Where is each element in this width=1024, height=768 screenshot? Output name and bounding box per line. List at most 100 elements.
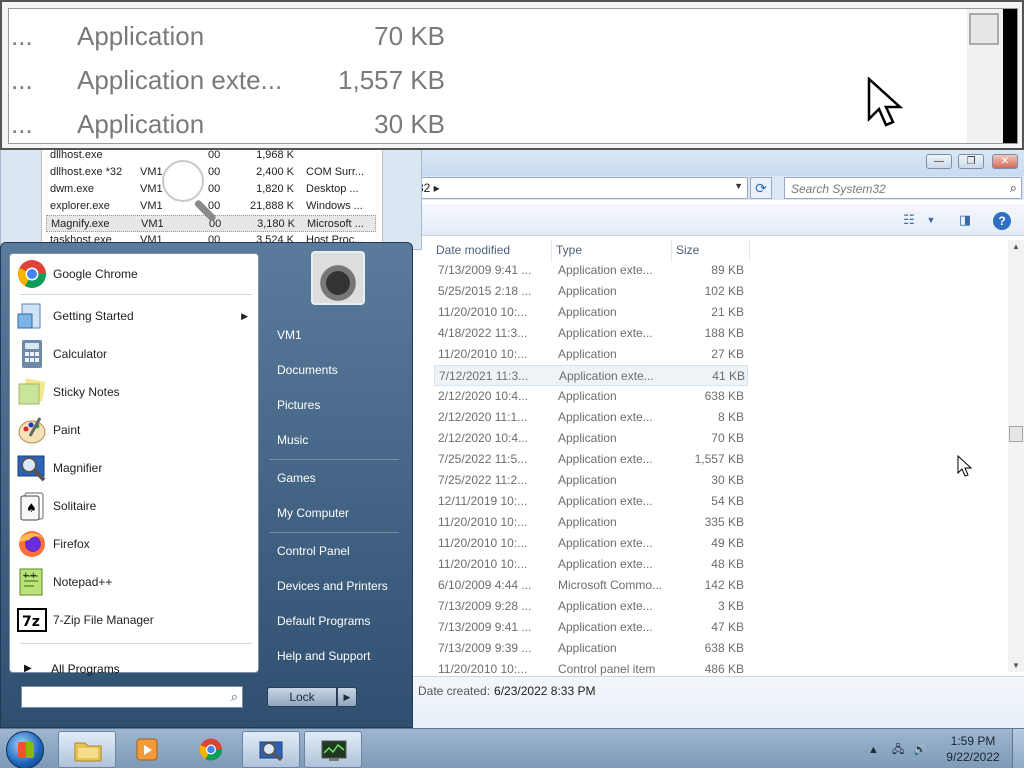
explorer-titlebar[interactable]: — ❐ ✕ <box>412 148 1024 176</box>
scroll-thumb[interactable] <box>1009 426 1023 442</box>
taskbar: ▲ 🖧 🔊 1:59 PM 9/22/2022 <box>0 728 1024 768</box>
start-program-7zip[interactable]: 7z 7-Zip File Manager <box>14 602 256 638</box>
file-row[interactable]: 7/12/2021 11:3... Application exte... 41 K… <box>434 365 748 386</box>
search-icon[interactable]: ⌕ <box>1010 180 1017 196</box>
vertical-scrollbar[interactable]: ▲ ▼ <box>1008 240 1024 672</box>
taskbar-explorer[interactable] <box>58 731 116 768</box>
file-size: 30 KB <box>711 473 744 487</box>
file-size: 638 KB <box>704 389 744 403</box>
start-program-solitaire[interactable]: ♠ Solitaire <box>14 488 256 524</box>
magnified-size: 30 KB <box>374 109 445 139</box>
lock-button[interactable]: Lock <box>267 687 337 707</box>
file-row[interactable]: 12/11/2019 10:... Application exte... 54 K… <box>434 491 748 512</box>
start-search-icon[interactable]: ⌕ <box>231 689 238 705</box>
magnified-type: Application exte... <box>77 65 283 95</box>
notepadpp-icon: ++ <box>16 566 48 598</box>
refresh-icon[interactable]: ⟳ <box>750 177 772 199</box>
start-link-games[interactable]: Games <box>267 464 407 492</box>
start-program-magnifier[interactable]: Magnifier <box>14 450 256 486</box>
column-date-modified[interactable]: Date modified <box>434 240 552 262</box>
file-row[interactable]: 5/25/2015 2:18 ... Application 102 KB <box>434 281 748 302</box>
help-icon[interactable]: ? <box>993 212 1011 230</box>
file-size: 102 KB <box>704 284 744 298</box>
file-row[interactable]: 7/25/2022 11:5... Application exte... 1,55… <box>434 449 748 470</box>
user-picture[interactable] <box>311 251 365 305</box>
search-input[interactable]: Search System32 ⌕ <box>784 177 1022 199</box>
file-row[interactable]: 7/25/2022 11:2... Application 30 KB <box>434 470 748 491</box>
process-row[interactable]: dwm.exe VM1 00 1,820 K Desktop ... <box>46 181 376 198</box>
start-program-notepadpp[interactable]: ++ Notepad++ <box>14 564 256 600</box>
clock[interactable]: 1:59 PM 9/22/2022 <box>942 733 1004 765</box>
file-row[interactable]: 2/12/2020 11:1... Application exte... 8 KB <box>434 407 748 428</box>
start-program-calculator[interactable]: Calculator <box>14 336 256 372</box>
file-type: Application exte... <box>558 620 653 634</box>
scroll-up-icon[interactable]: ▲ <box>1008 242 1024 251</box>
program-label: Google Chrome <box>53 267 138 281</box>
file-type: Application <box>558 305 617 319</box>
file-row[interactable]: 4/18/2022 11:3... Application exte... 188 … <box>434 323 748 344</box>
minimize-button[interactable]: — <box>926 154 952 169</box>
scroll-down-icon[interactable]: ▼ <box>1008 661 1024 670</box>
start-link-control-panel[interactable]: Control Panel <box>267 537 407 565</box>
address-bar[interactable]: 32 ▸ ▼ <box>412 177 748 199</box>
magnified-row: ... Application 30 KB <box>9 103 969 147</box>
program-label: 7-Zip File Manager <box>53 613 154 627</box>
file-row[interactable]: 7/13/2009 9:28 ... Application exte... 3 K… <box>434 596 748 617</box>
address-dropdown-icon[interactable]: ▼ <box>734 181 743 191</box>
show-hidden-icons-icon[interactable]: ▲ <box>868 744 879 756</box>
start-program-sticky-notes[interactable]: Sticky Notes <box>14 374 256 410</box>
file-row[interactable]: 11/20/2010 10:... Application exte... 48 K… <box>434 554 748 575</box>
show-desktop-button[interactable] <box>1012 729 1024 768</box>
file-row[interactable]: 7/13/2009 9:41 ... Application exte... 47 … <box>434 617 748 638</box>
start-link-documents[interactable]: Documents <box>267 356 407 384</box>
file-row[interactable]: 6/10/2009 4:44 ... Microsoft Commo... 142 … <box>434 575 748 596</box>
start-program-firefox[interactable]: Firefox <box>14 526 256 562</box>
all-programs-button[interactable]: ▶ All Programs <box>14 656 256 682</box>
views-dropdown-icon[interactable]: ▼ <box>922 212 940 228</box>
shutdown-options-arrow-icon[interactable]: ▶ <box>337 687 357 707</box>
preview-pane-icon[interactable]: ◨ <box>956 212 974 228</box>
start-search-input[interactable]: ⌕ <box>21 686 243 708</box>
sticky-notes-icon <box>16 376 48 408</box>
file-date: 7/25/2022 11:5... <box>438 452 528 466</box>
taskbar-magnifier[interactable] <box>242 731 300 768</box>
chrome-icon <box>16 258 48 290</box>
start-program-getting-started[interactable]: Getting Started ▶ <box>14 298 256 334</box>
taskbar-task-manager[interactable] <box>304 731 362 768</box>
start-link-help-and-support[interactable]: Help and Support <box>267 642 407 670</box>
start-link-pictures[interactable]: Pictures <box>267 391 407 419</box>
file-date: 11/20/2010 10:... <box>438 536 528 550</box>
notification-area: ▲ 🖧 🔊 <box>868 741 927 760</box>
network-icon[interactable]: 🖧 <box>892 744 904 756</box>
file-row[interactable]: 11/20/2010 10:... Application exte... 49 K… <box>434 533 748 554</box>
column-size[interactable]: Size <box>674 240 750 262</box>
volume-icon[interactable]: 🔊 <box>913 744 927 756</box>
file-size: 1,557 KB <box>694 452 744 466</box>
file-date: 4/18/2022 11:3... <box>438 326 528 340</box>
start-link-default-programs[interactable]: Default Programs <box>267 607 407 635</box>
start-program-chrome[interactable]: Google Chrome <box>14 256 256 292</box>
start-link-my-computer[interactable]: My Computer <box>267 499 407 527</box>
file-row[interactable]: 7/13/2009 9:39 ... Application 638 KB <box>434 638 748 659</box>
file-row[interactable]: 11/20/2010 10:... Application 335 KB <box>434 512 748 533</box>
file-row[interactable]: 7/13/2009 9:41 ... Application exte... 89 … <box>434 260 748 281</box>
start-link-devices-and-printers[interactable]: Devices and Printers <box>267 572 407 600</box>
close-button[interactable]: ✕ <box>992 154 1018 169</box>
taskbar-media-player[interactable] <box>118 731 176 768</box>
taskbar-chrome[interactable] <box>182 731 240 768</box>
views-icon[interactable]: ☷ <box>900 212 918 228</box>
maximize-button[interactable]: ❐ <box>958 154 984 169</box>
file-row[interactable]: 2/12/2020 10:4... Application 638 KB <box>434 386 748 407</box>
file-row[interactable]: 2/12/2020 10:4... Application 70 KB <box>434 428 748 449</box>
file-row[interactable]: 11/20/2010 10:... Application 21 KB <box>434 302 748 323</box>
file-row[interactable]: 11/20/2010 10:... Application 27 KB <box>434 344 748 365</box>
start-link-vm1[interactable]: VM1 <box>267 321 407 349</box>
file-date: 7/12/2021 11:3... <box>439 369 529 383</box>
task-manager-icon <box>321 740 347 761</box>
process-row[interactable]: dllhost.exe *32 VM1 00 2,400 K COM Surr... <box>46 164 376 181</box>
explorer-window: — ❐ ✕ 32 ▸ ▼ ⟳ Search System32 ⌕ ☷ ▼ ◨ ?… <box>412 148 1024 728</box>
start-button[interactable] <box>6 731 44 768</box>
start-link-music[interactable]: Music <box>267 426 407 454</box>
start-program-paint[interactable]: Paint <box>14 412 256 448</box>
column-type[interactable]: Type <box>554 240 672 262</box>
